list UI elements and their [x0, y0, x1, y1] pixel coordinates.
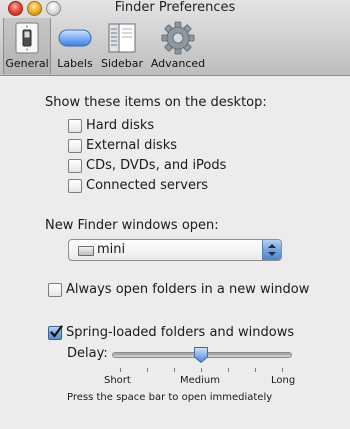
new-window-popup-value: mini — [97, 242, 126, 257]
hard-disks-label: Hard disks — [86, 118, 155, 133]
slider-tick — [282, 368, 283, 372]
always-open-label: Always open folders in a new window — [66, 282, 310, 297]
title-toolbar: Finder Preferences General Labels Sideba… — [0, 0, 350, 76]
slider-tick — [147, 368, 148, 372]
slider-label-long: Long — [271, 375, 296, 386]
cds-dvds-ipods-checkbox[interactable] — [68, 159, 82, 173]
sidebar-list-icon — [105, 21, 139, 55]
tab-sidebar[interactable]: Sidebar — [99, 18, 145, 74]
connected-servers-label: Connected servers — [86, 178, 209, 193]
always-open-row[interactable]: Always open folders in a new window — [48, 282, 338, 298]
delay-label: Delay: — [67, 346, 108, 361]
external-disks-row[interactable]: External disks — [68, 138, 268, 154]
always-open-checkbox[interactable] — [48, 283, 62, 297]
hard-disks-row[interactable]: Hard disks — [68, 118, 268, 134]
connected-servers-checkbox[interactable] — [68, 179, 82, 193]
spring-loaded-label: Spring-loaded folders and windows — [66, 325, 295, 340]
tab-labels[interactable]: Labels — [54, 18, 96, 74]
slider-tick — [120, 368, 121, 372]
slider-tick — [201, 368, 202, 372]
spring-loaded-hint: Press the space bar to open immediately — [67, 392, 273, 403]
checkmark-icon — [50, 325, 63, 338]
finder-preferences-window: Finder Preferences General Labels Sideba… — [0, 0, 350, 429]
disk-drive-icon — [78, 246, 94, 256]
spring-loaded-row[interactable]: Spring-loaded folders and windows — [48, 325, 338, 341]
desktop-items-heading: Show these items on the desktop: — [45, 95, 267, 110]
tab-advanced-label: Advanced — [150, 57, 206, 70]
slider-label-short: Short — [104, 375, 131, 386]
spring-loaded-checkbox[interactable] — [48, 325, 63, 340]
hard-disks-checkbox[interactable] — [68, 119, 82, 133]
tab-general[interactable]: General — [3, 18, 51, 74]
light-switch-icon — [10, 21, 44, 55]
popup-arrows-icon — [262, 240, 281, 260]
slider-tick — [228, 368, 229, 372]
external-disks-checkbox[interactable] — [68, 139, 82, 153]
window-title: Finder Preferences — [114, 0, 236, 15]
slider-tick — [255, 368, 256, 372]
label-pill-icon — [58, 21, 92, 55]
external-disks-label: External disks — [86, 138, 178, 153]
tab-sidebar-label: Sidebar — [100, 57, 144, 70]
cds-dvds-ipods-label: CDs, DVDs, and iPods — [86, 158, 227, 173]
connected-servers-row[interactable]: Connected servers — [68, 178, 268, 194]
gear-icon — [161, 21, 195, 55]
cds-dvds-ipods-row[interactable]: CDs, DVDs, and iPods — [68, 158, 268, 174]
new-window-label: New Finder windows open: — [45, 218, 219, 233]
tab-labels-label: Labels — [57, 57, 93, 70]
delay-slider-thumb[interactable] — [193, 346, 209, 364]
slider-label-medium: Medium — [180, 375, 220, 386]
slider-tick — [174, 368, 175, 372]
tab-general-label: General — [5, 57, 49, 70]
new-window-popup[interactable]: mini — [68, 239, 282, 261]
tab-advanced[interactable]: Advanced — [150, 18, 206, 74]
